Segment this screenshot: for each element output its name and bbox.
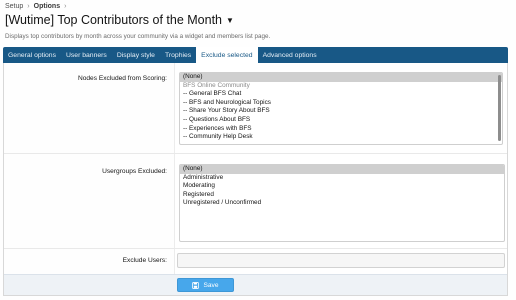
node-option[interactable]: (None) [180,73,502,82]
breadcrumb-separator: › [64,3,67,10]
scrollbar[interactable] [497,75,501,142]
usergroup-option[interactable]: (None) [180,165,504,174]
tab-trophies[interactable]: Trophies [160,47,196,63]
node-option[interactable]: BFS Online Community [180,82,502,91]
node-option[interactable]: -- Questions About BFS [180,116,502,125]
breadcrumb-item-options[interactable]: Options [34,3,60,10]
save-button[interactable]: Save [177,278,234,292]
node-option[interactable]: -- Community Help Desk [180,133,502,142]
usergroups-excluded-label: Usergroups Excluded: [102,168,167,175]
tab-exclude-selected[interactable]: Exclude selected [196,47,258,63]
caret-down-icon[interactable]: ▼ [226,16,234,25]
page-title: [Wutime] Top Contributors of the Month ▼ [5,13,234,27]
row-divider [4,248,507,249]
tab-display-style[interactable]: Display style [112,47,160,63]
usergroup-option[interactable]: Moderating [180,182,504,191]
tab-user-banners[interactable]: User banners [61,47,112,63]
usergroup-option[interactable]: Unregistered / Unconfirmed [180,199,504,208]
usergroup-option[interactable]: Administrative [180,174,504,183]
node-option[interactable]: -- General BFS Chat [180,90,502,99]
node-option[interactable]: -- BFS and Neurological Topics [180,99,502,108]
breadcrumb-item-setup[interactable]: Setup [5,3,23,10]
save-icon [192,281,200,289]
options-panel: Nodes Excluded from Scoring: (None) BFS O… [3,63,508,296]
exclude-users-label: Exclude Users: [122,257,167,264]
row-divider [4,153,507,154]
usergroup-option[interactable]: Registered [180,191,504,200]
tab-general-options[interactable]: General options [3,47,61,63]
breadcrumb-separator: › [27,3,30,10]
scrollbar-thumb[interactable] [498,75,501,141]
node-option[interactable]: -- Share Your Story About BFS [180,107,502,116]
nodes-excluded-select[interactable]: (None) BFS Online Community -- General BFS… [179,72,503,145]
page-description: Displays top contributors by month acros… [5,33,271,40]
form-footer: Save [4,274,507,295]
node-option[interactable]: -- Experiences with BFS [180,125,502,134]
breadcrumb: Setup › Options › [5,3,66,10]
save-button-label: Save [203,281,219,289]
page-title-text: [Wutime] Top Contributors of the Month [5,13,223,27]
nodes-excluded-label: Nodes Excluded from Scoring: [77,75,167,82]
exclude-users-input[interactable] [177,253,505,268]
tab-advanced-options[interactable]: Advanced options [258,47,322,63]
tab-bar: General options User banners Display sty… [3,47,508,63]
usergroups-excluded-select[interactable]: (None) Administrative Moderating Registered… [179,164,505,242]
